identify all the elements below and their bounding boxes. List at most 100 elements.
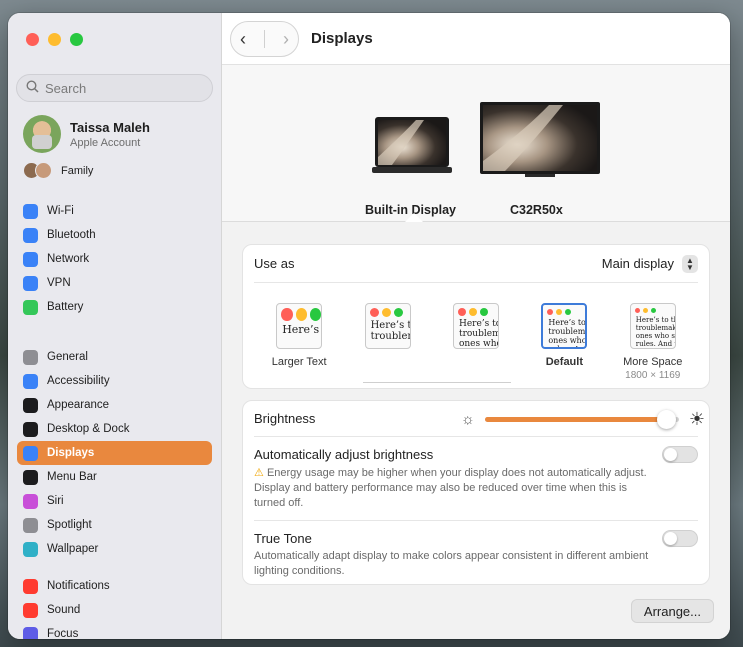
selected-display-pointer (405, 213, 423, 222)
use-as-row: Use as Main display ▲ ▼ (243, 245, 709, 282)
brightness-label: Brightness (254, 411, 316, 426)
sidebar-item-wi-fi[interactable]: Wi-Fi (17, 199, 212, 223)
sidebar-item-label: Battery (47, 301, 84, 313)
sidebar-item-vpn[interactable]: VPN (17, 271, 212, 295)
sidebar-item-general[interactable]: General (17, 345, 212, 369)
sidebar-item-battery[interactable]: Battery (17, 295, 212, 319)
display-label-external: C32R50x (510, 203, 563, 217)
zoom-button[interactable] (70, 33, 83, 46)
apple-account-item[interactable]: Taissa Maleh Apple Account (23, 115, 150, 153)
resolution-label: Larger Text (271, 356, 327, 368)
chevron-updown-icon: ▲ ▼ (682, 254, 698, 273)
auto-brightness-toggle[interactable] (662, 445, 698, 463)
resolution-label: Default (545, 356, 583, 368)
minimize-button[interactable] (48, 33, 61, 46)
brightness-high-icon: ☀ (688, 408, 705, 429)
avatar (23, 115, 61, 153)
true-tone-description: Automatically adapt display to make colo… (254, 550, 649, 577)
nav-buttons: ‹ › (230, 21, 299, 57)
vpn-icon (23, 275, 38, 291)
sidebar-item-appearance[interactable]: Appearance (17, 393, 212, 417)
brightness-card: Brightness ☼ ☀ Automatically adjust brig… (242, 400, 710, 585)
resolution-option[interactable]: Here’s to the cr troublemakers. ones who… (521, 303, 607, 381)
resolution-preview-text: Here’s to the cr troublemakers. ones who… (548, 318, 587, 347)
resolution-preview: Here’s (276, 303, 323, 349)
sidebar-item-displays[interactable]: Displays (17, 441, 212, 465)
resolution-preview: Here’s to the cr troublemakers. ones who… (541, 303, 588, 349)
sidebar-item-notifications[interactable]: Notifications (17, 574, 212, 598)
back-button[interactable]: ‹ (240, 29, 246, 50)
sidebar-group-notifications: Notifications Sound Focus (17, 574, 212, 639)
resolution-option[interactable]: Here’s to the troublem (345, 303, 431, 381)
settings-window: Search Taissa Maleh Apple Account Family… (8, 13, 730, 639)
brightness-slider[interactable]: ☼ ☀ (461, 409, 705, 429)
resolution-option[interactable]: Here’s Larger Text (256, 303, 342, 381)
resolution-options: Here’s Larger Text Here’s to the troublem H… (243, 303, 709, 383)
auto-brightness-warning-text: Energy usage may be higher when your dis… (254, 467, 647, 509)
built-in-display-thumb[interactable] (372, 117, 452, 177)
resolution-option[interactable]: Here’s to the troublema ones who se goes… (433, 303, 519, 381)
sidebar-item-label: Network (47, 253, 90, 265)
external-display-thumb[interactable] (479, 101, 601, 181)
sidebar-item-label: Wallpaper (47, 543, 99, 555)
sidebar-item-spotlight[interactable]: Spotlight (17, 513, 212, 537)
sidebar-item-label: Displays (47, 447, 95, 459)
wallpaper-icon (23, 541, 38, 557)
resolution-preview: Here’s to the troublema ones who se goes… (452, 303, 499, 349)
resolution-preview: Here’s to the crazy ones troublemakers. … (629, 303, 676, 349)
resolution-size: 1800 × 1169 (625, 370, 681, 381)
sidebar-item-label: Menu Bar (47, 471, 97, 483)
sidebar-item-desktop-dock[interactable]: Desktop & Dock (17, 417, 212, 441)
resolution-option[interactable]: Here’s to the crazy ones troublemakers. … (610, 303, 696, 381)
notifications-icon (23, 578, 38, 594)
warning-icon: ⚠ (254, 467, 264, 479)
focus-icon (23, 626, 38, 639)
use-as-label: Use as (254, 256, 295, 271)
battery-icon (23, 299, 38, 315)
sidebar-item-wallpaper[interactable]: Wallpaper (17, 537, 212, 561)
use-as-popup[interactable]: Main display ▲ ▼ (601, 254, 698, 273)
resolution-preview-text: Here’s (282, 323, 320, 336)
forward-button[interactable]: › (283, 29, 289, 50)
family-avatars (23, 162, 52, 179)
sidebar-item-label: Spotlight (47, 519, 92, 531)
menu-bar-icon (23, 469, 38, 485)
sidebar-item-focus[interactable]: Focus (17, 622, 212, 639)
brightness-knob[interactable] (657, 409, 677, 429)
family-label: Family (61, 164, 94, 177)
sidebar-item-siri[interactable]: Siri (17, 489, 212, 513)
sidebar-item-sound[interactable]: Sound (17, 598, 212, 622)
resolution-preview: Here’s to the troublem (364, 303, 411, 349)
sidebar-item-menu-bar[interactable]: Menu Bar (17, 465, 212, 489)
display-settings-card: Use as Main display ▲ ▼ Here’s Larger Text… (242, 244, 710, 389)
true-tone-row: True Tone (243, 521, 709, 549)
brightness-row: Brightness ☼ ☀ (243, 401, 709, 436)
sidebar-item-label: Accessibility (47, 375, 110, 387)
dock-icon (23, 421, 38, 437)
sidebar-item-label: VPN (47, 277, 71, 289)
auto-brightness-row: Automatically adjust brightness (243, 437, 709, 465)
true-tone-label: True Tone (254, 530, 312, 546)
search-input[interactable]: Search (16, 74, 213, 102)
profile-subtitle: Apple Account (70, 136, 141, 149)
sidebar-group-system: General Accessibility Appearance Desktop & … (17, 345, 212, 561)
gear-icon (23, 349, 38, 365)
arrange-button[interactable]: Arrange... (630, 599, 714, 623)
wifi-icon (23, 203, 38, 219)
toolbar: ‹ › Displays (222, 13, 730, 65)
resolution-preview-text: Here’s to the crazy ones troublemakers. … (635, 316, 676, 348)
search-icon (26, 80, 39, 96)
true-tone-toggle[interactable] (662, 529, 698, 547)
use-as-value: Main display (601, 256, 674, 271)
resolution-preview-text: Here’s to the troublem (370, 320, 410, 342)
close-button[interactable] (26, 33, 39, 46)
sidebar-item-accessibility[interactable]: Accessibility (17, 369, 212, 393)
sidebar-item-label: Bluetooth (47, 229, 96, 241)
brightness-track[interactable] (484, 409, 679, 429)
sidebar-item-label: Appearance (47, 399, 110, 411)
resolution-preview-text: Here’s to the troublema ones who se goes… (458, 319, 498, 349)
sidebar-group-network: Wi-Fi Bluetooth Network VPN Battery (17, 199, 212, 319)
sidebar-item-network[interactable]: Network (17, 247, 212, 271)
family-item[interactable]: Family (23, 162, 93, 179)
sidebar-item-bluetooth[interactable]: Bluetooth (17, 223, 212, 247)
